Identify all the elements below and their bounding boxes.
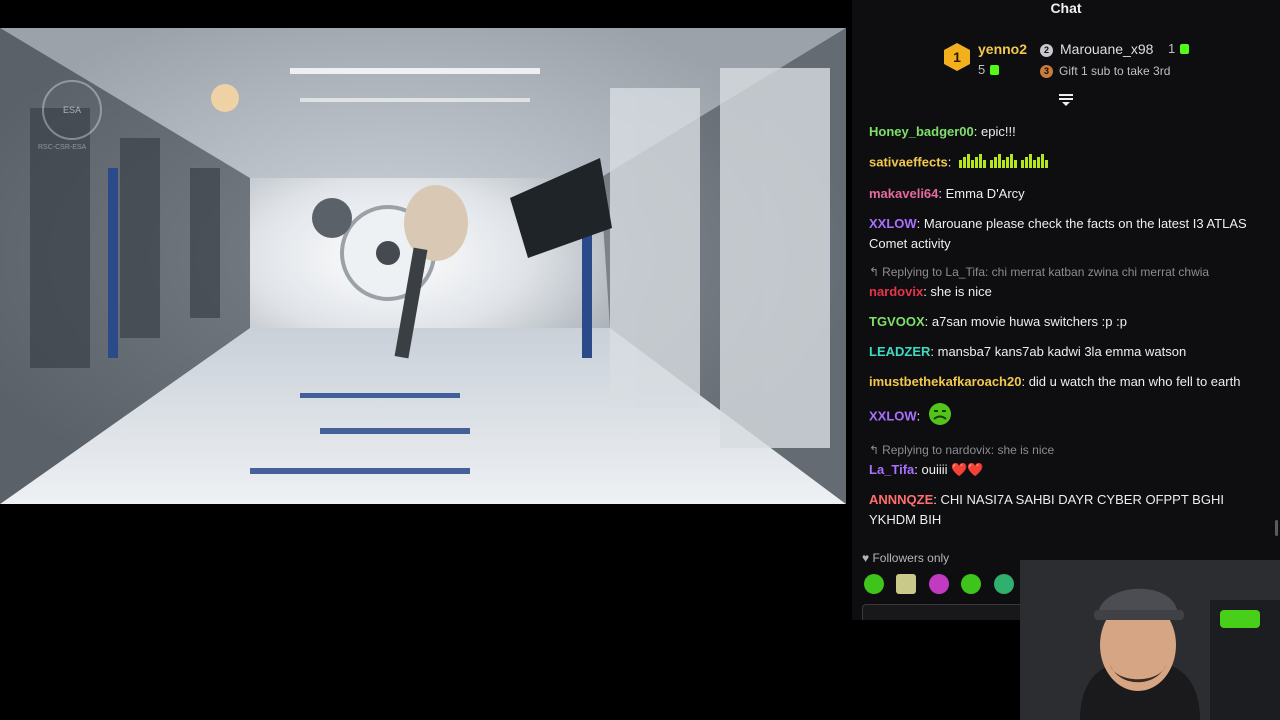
rank-2-badge: 2 <box>1040 44 1053 57</box>
reply-text: Replying to nardovix: she is nice <box>882 443 1055 457</box>
chat-message: La_Tifa: ouiiii ❤️❤️ <box>869 460 1261 480</box>
leaderboard-second-count-value: 1 <box>1168 41 1176 56</box>
followers-only-label: Followers only <box>872 551 950 565</box>
chat-username[interactable]: nardovix <box>869 284 923 299</box>
chat-username[interactable]: La_Tifa <box>869 462 914 477</box>
chat-messages: Honey_badger00: epic!!! sativaeffects: ma… <box>869 122 1261 540</box>
equalizer-emote-icon <box>959 152 1051 174</box>
chat-username[interactable]: makaveli64 <box>869 186 938 201</box>
chat-username[interactable]: Honey_badger00 <box>869 124 974 139</box>
username-separator: : <box>924 314 932 329</box>
username-separator: : <box>914 462 922 477</box>
streamer-webcam <box>1020 560 1280 720</box>
leaderboard-second-name[interactable]: Marouane_x98 <box>1060 41 1153 57</box>
username-separator: : <box>933 492 941 507</box>
leaderboard-third-text: Gift 1 sub to take 3rd <box>1059 64 1171 78</box>
rank-1-badge: 1 <box>944 43 970 71</box>
gift-leaderboard: 1 yenno2 5 2 Marouane_x98 1 3 Gift 1 sub… <box>852 38 1280 88</box>
emote-icon[interactable] <box>928 574 949 594</box>
chat-message-text: did u watch the man who fell to earth <box>1028 374 1241 389</box>
chat-username[interactable]: ANNNQZE <box>869 492 933 507</box>
heart-icon: ♥ <box>862 551 870 565</box>
chat-message: LEADZER: mansba7 kans7ab kadwi 3la emma … <box>869 342 1261 362</box>
chat-message: nardovix: she is nice <box>869 282 1261 302</box>
sick-face-emote-icon <box>928 402 952 432</box>
username-separator: : <box>916 216 924 231</box>
gift-icon <box>1180 44 1190 54</box>
chat-message-text: Marouane please check the facts on the l… <box>869 216 1247 251</box>
chat-message-text: mansba7 kans7ab kadwi 3la emma watson <box>937 344 1187 359</box>
username-separator: : <box>973 124 981 139</box>
chat-message: Honey_badger00: epic!!! <box>869 122 1261 142</box>
chat-message: makaveli64: Emma D'Arcy <box>869 184 1261 204</box>
chat-message-text: she is nice <box>930 284 992 299</box>
chat-message: XXLOW: Marouane please check the facts o… <box>869 214 1261 254</box>
username-separator: : <box>916 408 924 424</box>
reply-arrow-icon: ↰ <box>869 265 880 279</box>
leaderboard-first-count: 5 <box>978 62 1000 77</box>
emote-icon[interactable] <box>993 574 1014 594</box>
chat-message-text: epic!!! <box>981 124 1016 139</box>
esa-logo: ESA <box>42 80 102 140</box>
chat-message: XXLOW: <box>869 402 1261 432</box>
chat-title: Chat <box>1050 0 1082 16</box>
rank-3-badge: 3 <box>1040 65 1053 78</box>
username-separator: : <box>938 186 946 201</box>
chat-username[interactable]: LEADZER <box>869 344 930 359</box>
leaderboard-second-count: 1 <box>1168 41 1190 56</box>
username-separator: : <box>947 154 956 170</box>
chat-message: TGVOOX: a7san movie huwa switchers :p :p <box>869 312 1261 332</box>
video-watermark: RSC-CSR-ESA <box>38 144 87 151</box>
chat-message: sativaeffects: <box>869 152 1261 174</box>
reply-text: Replying to La_Tifa: chi merrat katban z… <box>882 265 1210 279</box>
chat-message: imustbethekafkaroach20: did u watch the … <box>869 372 1261 392</box>
chat-message-text: a7san movie huwa switchers :p :p <box>931 314 1127 329</box>
streamer-face-image <box>1020 560 1280 720</box>
reply-arrow-icon: ↰ <box>869 443 880 457</box>
followers-only-notice: ♥ Followers only <box>862 551 949 565</box>
expand-leaderboard-icon[interactable] <box>1057 92 1075 106</box>
chat-scrollbar[interactable] <box>1275 520 1278 536</box>
chat-username[interactable]: TGVOOX <box>869 314 925 329</box>
chat-panel: Chat 1 yenno2 5 2 Marouane_x98 1 3 Gift … <box>852 0 1280 620</box>
emote-icon[interactable] <box>896 574 917 594</box>
chat-username[interactable]: imustbethekafkaroach20 <box>869 374 1021 389</box>
video-player[interactable]: ESA RSC-CSR-ESA <box>0 28 846 504</box>
chat-message-text: Emma D'Arcy <box>945 186 1025 201</box>
gift-icon <box>990 65 1000 75</box>
space-station-interior-image <box>0 28 846 504</box>
leaderboard-first-count-value: 5 <box>978 62 986 77</box>
leaderboard-first-name[interactable]: yenno2 <box>978 41 1027 57</box>
chat-username[interactable]: XXLOW <box>869 216 917 231</box>
chat-message: ANNNQZE: CHI NASI7A SAHBI DAYR CYBER OFP… <box>869 490 1261 530</box>
emote-icon[interactable] <box>961 574 982 594</box>
chat-message-text: ouiiii ❤️❤️ <box>921 462 984 477</box>
emote-icon[interactable] <box>864 574 884 594</box>
chat-username[interactable]: sativaeffects <box>869 154 948 169</box>
reply-context: ↰ Replying to La_Tifa: chi merrat katban … <box>869 264 1261 280</box>
chat-username[interactable]: XXLOW <box>869 408 917 423</box>
username-separator: : <box>930 344 938 359</box>
reply-context: ↰ Replying to nardovix: she is nice <box>869 442 1261 458</box>
username-separator: : <box>1021 374 1029 389</box>
